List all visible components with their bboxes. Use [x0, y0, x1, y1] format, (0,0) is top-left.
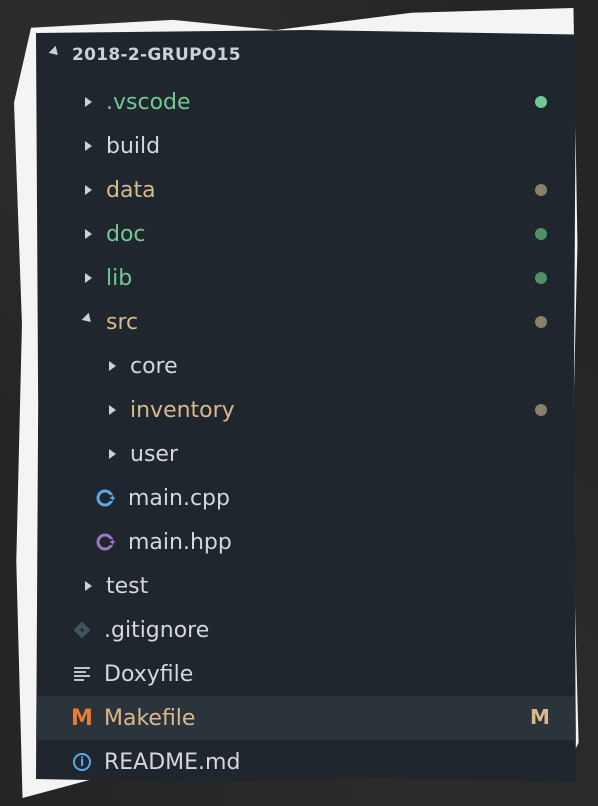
cpp-file-icon: [94, 488, 118, 508]
git-status-dot: [535, 184, 547, 196]
chevron-right-icon: [100, 361, 124, 371]
hpp-file-icon: [94, 532, 118, 552]
folder-row-test[interactable]: test: [36, 564, 576, 608]
chevron-right-icon: [76, 185, 100, 195]
git-status-dot: [535, 404, 547, 416]
folder-label: test: [106, 573, 149, 599]
file-label: README.md: [104, 749, 241, 775]
folder-row-lib[interactable]: lib: [36, 256, 576, 300]
git-modified-badge: M: [530, 705, 550, 729]
file-row-main-hpp[interactable]: main.hpp: [36, 520, 576, 564]
git-status-dot: [535, 96, 547, 108]
folder-row-build[interactable]: build: [36, 124, 576, 168]
folder-label: build: [106, 133, 161, 159]
folder-row-vscode[interactable]: .vscode: [36, 80, 576, 124]
chevron-down-icon: [76, 312, 100, 326]
folder-row-user[interactable]: user: [36, 432, 576, 476]
chevron-down-icon: [48, 45, 62, 59]
chevron-right-icon: [76, 141, 100, 151]
chevron-right-icon: [76, 273, 100, 283]
folder-label: data: [106, 177, 156, 203]
file-row-doxyfile[interactable]: Doxyfile: [36, 652, 576, 696]
folder-label: user: [130, 441, 178, 467]
folder-row-core[interactable]: core: [36, 344, 576, 388]
folder-label: inventory: [130, 397, 235, 423]
git-status-dot: [535, 316, 547, 328]
folder-label: doc: [106, 221, 146, 247]
folder-row-src[interactable]: src: [36, 300, 576, 344]
root-folder-label: 2018-2-GRUPO15: [72, 45, 241, 65]
file-label: .gitignore: [104, 617, 210, 643]
file-label: Makefile: [104, 705, 196, 731]
explorer-root-header[interactable]: 2018-2-GRUPO15: [36, 30, 576, 80]
folder-row-inventory[interactable]: inventory: [36, 388, 576, 432]
file-label: main.cpp: [128, 485, 230, 511]
git-status-dot: [535, 272, 547, 284]
folder-label: lib: [106, 265, 133, 291]
chevron-right-icon: [76, 581, 100, 591]
file-label: Doxyfile: [104, 661, 194, 687]
file-row-main-cpp[interactable]: main.cpp: [36, 476, 576, 520]
file-row-readme[interactable]: i README.md: [36, 740, 576, 782]
file-label: main.hpp: [128, 529, 232, 555]
chevron-right-icon: [100, 405, 124, 415]
chevron-right-icon: [76, 97, 100, 107]
git-icon: [70, 621, 94, 639]
folder-label: src: [106, 309, 139, 335]
file-row-makefile[interactable]: M Makefile M: [36, 696, 576, 740]
folder-row-doc[interactable]: doc: [36, 212, 576, 256]
chevron-right-icon: [100, 449, 124, 459]
lines-file-icon: [70, 667, 94, 681]
file-row-gitignore[interactable]: .gitignore: [36, 608, 576, 652]
file-explorer: 2018-2-GRUPO15 .vscode build data doc li…: [36, 30, 576, 782]
chevron-right-icon: [76, 229, 100, 239]
folder-label: core: [130, 353, 178, 379]
info-icon: i: [70, 753, 94, 771]
folder-label: .vscode: [106, 89, 191, 115]
folder-row-data[interactable]: data: [36, 168, 576, 212]
git-status-dot: [535, 228, 547, 240]
makefile-icon: M: [71, 705, 93, 731]
